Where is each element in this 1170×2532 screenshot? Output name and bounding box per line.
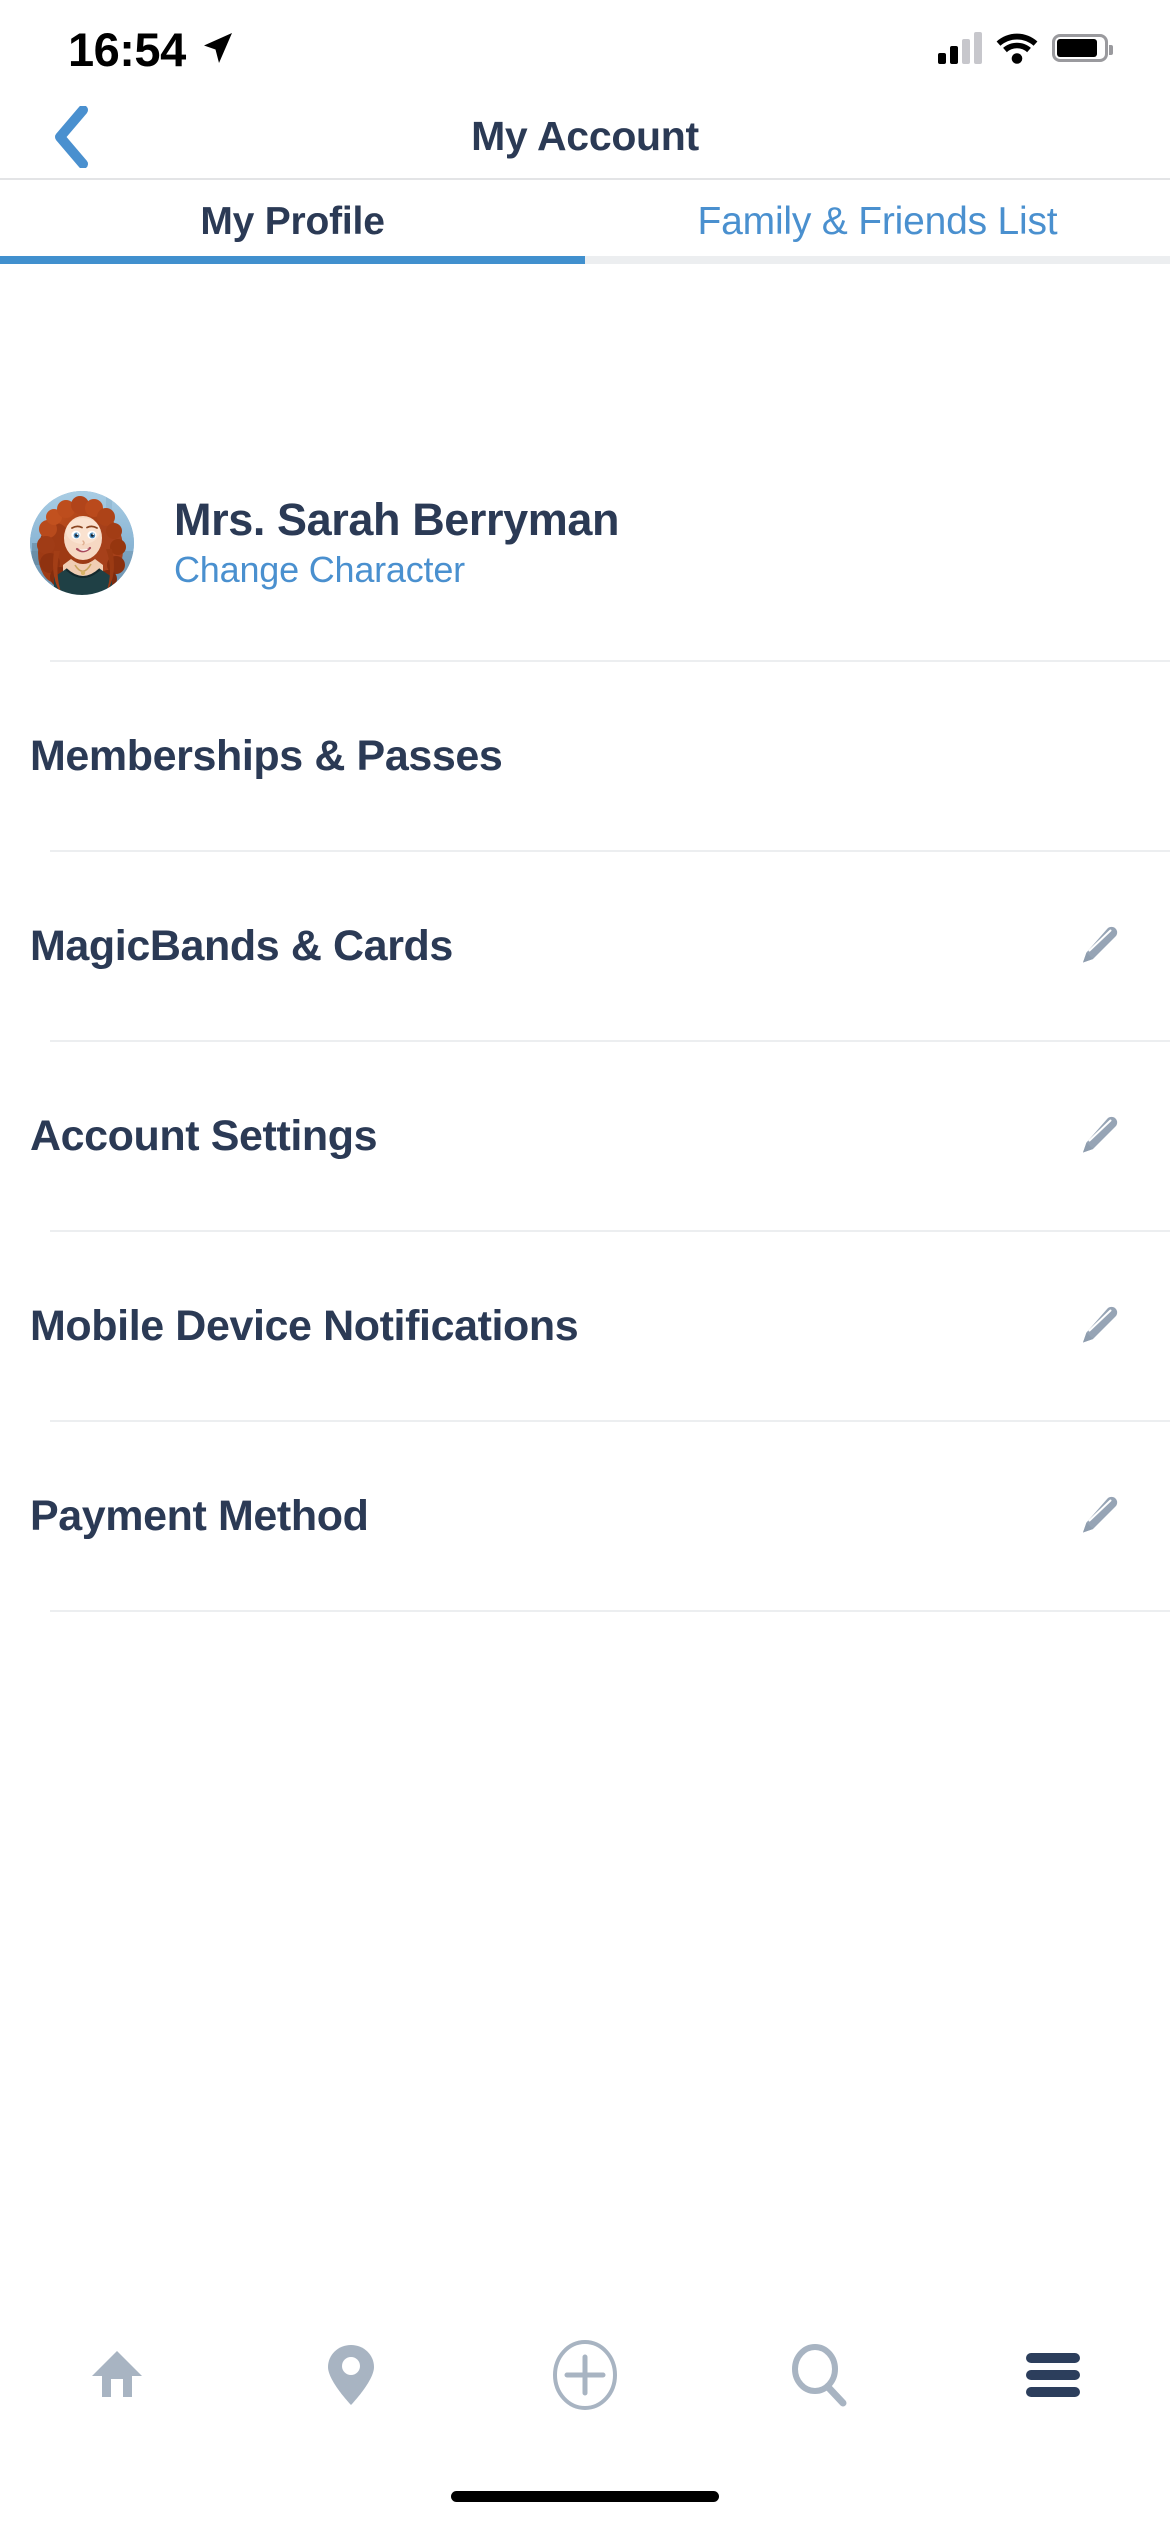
merida-character-avatar xyxy=(30,490,134,595)
home-icon xyxy=(92,2351,142,2397)
tab-family-friends-list[interactable]: Family & Friends List xyxy=(585,182,1170,262)
tabbar-item-home[interactable] xyxy=(0,2310,234,2440)
home-indicator xyxy=(451,2491,719,2502)
menu-item-magicbands-and-cards[interactable]: MagicBands & Cards xyxy=(0,852,1170,1040)
account-menu-list: Memberships & Passes MagicBands & Cards … xyxy=(0,660,1170,1612)
tabbar-item-search[interactable] xyxy=(702,2310,936,2440)
back-button[interactable] xyxy=(26,94,116,179)
pencil-icon[interactable] xyxy=(1076,924,1120,968)
profile-row: Mrs. Sarah Berryman Change Character xyxy=(0,470,1170,615)
app-screen: 16:54 My Account My Profile Family & Fri… xyxy=(0,0,1170,2532)
pencil-icon[interactable] xyxy=(1076,1114,1120,1158)
location-arrow-icon xyxy=(203,32,232,63)
hamburger-menu-icon xyxy=(1026,2353,1080,2397)
search-icon xyxy=(792,2344,847,2407)
menu-item-memberships-and-passes[interactable]: Memberships & Passes xyxy=(0,662,1170,850)
pencil-icon[interactable] xyxy=(1076,1304,1120,1348)
status-bar: 16:54 xyxy=(0,0,1170,95)
menu-item-label: Mobile Device Notifications xyxy=(30,1301,579,1350)
bottom-tab-bar xyxy=(0,2310,1170,2440)
menu-item-label: MagicBands & Cards xyxy=(30,921,453,970)
battery-icon xyxy=(1052,33,1113,62)
status-bar-left: 16:54 xyxy=(68,22,234,73)
menu-item-payment-method[interactable]: Payment Method xyxy=(0,1422,1170,1610)
navigation-bar: My Account xyxy=(0,95,1170,180)
cellular-signal-icon xyxy=(938,31,982,64)
avatar[interactable] xyxy=(30,490,134,595)
status-bar-right xyxy=(938,31,1113,64)
tab-my-profile-label: My Profile xyxy=(200,200,385,243)
page-title: My Account xyxy=(471,113,699,159)
chevron-left-icon xyxy=(55,105,88,168)
map-pin-icon xyxy=(328,2345,374,2405)
tab-bar: My Profile Family & Friends List xyxy=(0,182,1170,262)
menu-divider xyxy=(50,1610,1170,1612)
change-character-link[interactable]: Change Character xyxy=(174,550,619,590)
tab-indicator-track xyxy=(585,256,1170,264)
menu-item-label: Payment Method xyxy=(30,1491,369,1540)
menu-item-label: Memberships & Passes xyxy=(30,731,503,780)
tab-indicator-active xyxy=(0,256,585,264)
profile-text-block: Mrs. Sarah Berryman Change Character xyxy=(174,493,620,590)
menu-item-label: Account Settings xyxy=(30,1111,378,1160)
tabbar-item-menu[interactable] xyxy=(936,2310,1170,2440)
pencil-icon[interactable] xyxy=(1076,1494,1120,1538)
tab-indicator xyxy=(0,256,1170,264)
wifi-icon xyxy=(996,33,1038,64)
profile-name: Mrs. Sarah Berryman xyxy=(174,493,620,545)
tabbar-item-add[interactable] xyxy=(468,2310,702,2440)
menu-item-mobile-device-notifications[interactable]: Mobile Device Notifications xyxy=(0,1232,1170,1420)
tab-family-friends-list-label: Family & Friends List xyxy=(697,200,1058,243)
plus-circle-icon xyxy=(553,2340,617,2410)
menu-item-account-settings[interactable]: Account Settings xyxy=(0,1042,1170,1230)
status-time: 16:54 xyxy=(68,23,186,76)
tab-my-profile[interactable]: My Profile xyxy=(0,182,585,262)
tabbar-item-map[interactable] xyxy=(234,2310,468,2440)
